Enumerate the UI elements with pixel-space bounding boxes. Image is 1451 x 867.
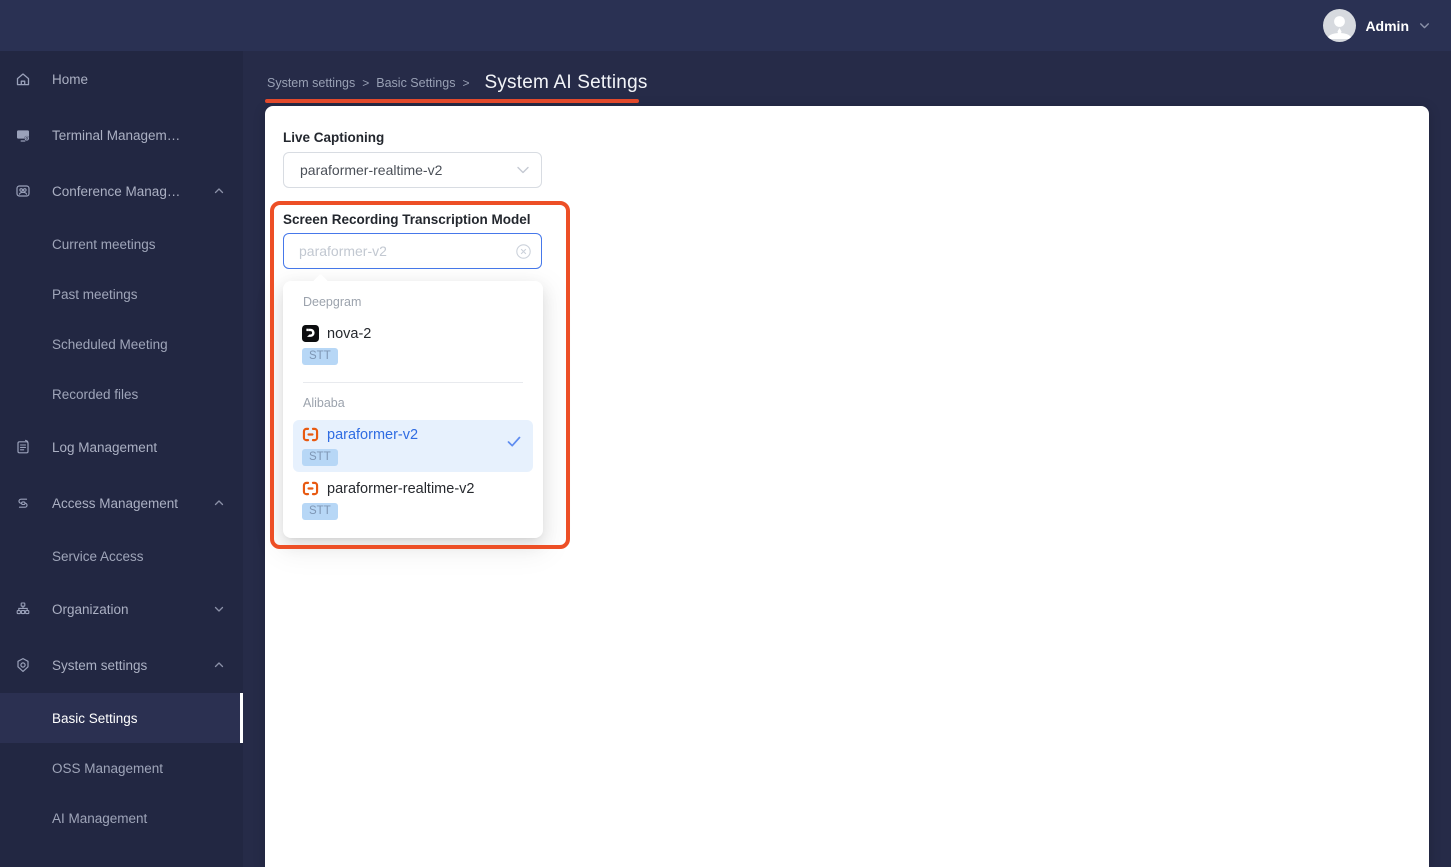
breadcrumb-basic-settings[interactable]: Basic Settings [376,76,455,90]
sidebar-item-label: Basic Settings [52,710,138,726]
access-icon [18,498,28,508]
sidebar-item-current-meetings[interactable]: Current meetings [0,219,243,269]
sidebar-item-oss-management[interactable]: OSS Management [0,743,243,793]
log-icon [17,439,29,454]
settings-icon [17,658,29,672]
check-icon [507,436,521,447]
live-captioning-label: Live Captioning [283,130,385,145]
chevron-up-icon [214,500,224,506]
sidebar-item-label: Service Access [52,548,144,564]
sidebar-item-scheduled-meeting[interactable]: Scheduled Meeting [0,319,243,369]
live-captioning-select[interactable]: paraformer-realtime-v2 [283,152,542,188]
transcription-model-field [283,233,542,269]
sidebar-item-label: Scheduled Meeting [52,336,168,352]
sidebar-item-system-settings[interactable]: System settings [0,637,243,693]
model-dropdown: Deepgram nova-2 STT Alibaba paraformer-v… [283,273,543,538]
stt-badge: STT [302,503,338,520]
alibaba-logo-icon [302,427,319,442]
transcription-model-label: Screen Recording Transcription Model [283,212,531,227]
deepgram-logo-icon [302,325,319,342]
organization-icon [16,602,30,615]
option-label: paraformer-realtime-v2 [327,480,475,497]
sidebar-item-label: System settings [52,657,148,673]
breadcrumb: System settings > Basic Settings > Syste… [267,67,648,99]
sidebar-item-label: Conference Manag… [52,183,181,199]
breadcrumb-system-settings[interactable]: System settings [267,76,355,90]
user-name: Admin [1365,17,1409,34]
sidebar-item-recorded-files[interactable]: Recorded files [0,369,243,419]
dropdown-group-deepgram: Deepgram [303,295,362,309]
sidebar-item-access-management[interactable]: Access Management [0,475,243,531]
stt-badge: STT [302,449,338,466]
sidebar-item-organization[interactable]: Organization [0,581,243,637]
terminal-icon [17,130,30,142]
sidebar-nav: Home Terminal Managem… Conference Manag…… [0,51,243,867]
sidebar-item-past-meetings[interactable]: Past meetings [0,269,243,319]
sidebar-item-label: Past meetings [52,286,138,302]
sidebar-item-home[interactable]: Home [0,51,243,107]
chevron-down-icon [214,606,224,612]
top-header-bar: Admin [0,0,1451,51]
option-paraformer-realtime-v2[interactable]: paraformer-realtime-v2 STT [293,474,533,526]
alibaba-logo-icon [302,481,319,496]
stt-badge: STT [302,348,338,365]
chevron-up-icon [214,188,224,194]
chevron-down-icon [517,166,529,174]
option-nova-2[interactable]: nova-2 STT [293,319,533,371]
transcription-model-search-input[interactable] [283,233,542,269]
sidebar-item-label: OSS Management [52,760,164,776]
sidebar-item-conference-management[interactable]: Conference Manag… [0,163,243,219]
chevron-down-icon[interactable] [1418,19,1431,32]
sidebar-item-log-management[interactable]: Log Management [0,419,243,475]
sidebar-item-terminal-management[interactable]: Terminal Managem… [0,107,243,163]
sidebar-item-label: Current meetings [52,236,156,252]
home-icon [16,73,30,86]
dropdown-divider [303,382,523,383]
option-label: nova-2 [327,325,372,342]
page-title: System AI Settings [484,72,648,93]
sidebar-item-service-access[interactable]: Service Access [0,531,243,581]
breadcrumb-separator: > [362,76,370,90]
sidebar-item-label: Organization [52,601,129,617]
sidebar-item-label: Terminal Managem… [52,127,181,143]
dropdown-group-alibaba: Alibaba [303,396,345,410]
sidebar-item-label: Access Management [52,495,179,511]
conference-icon [16,185,30,197]
sidebar-item-ai-management[interactable]: AI Management [0,793,243,843]
sidebar-item-label: Log Management [52,439,158,455]
live-captioning-value: paraformer-realtime-v2 [300,162,443,178]
dropdown-caret [312,273,329,290]
clear-icon[interactable] [516,243,531,259]
content-area: System settings > Basic Settings > Syste… [243,51,1451,867]
sidebar-item-label: Recorded files [52,386,139,402]
option-paraformer-v2[interactable]: paraformer-v2 STT [293,420,533,472]
sidebar-item-label: Home [52,71,89,87]
settings-card: Live Captioning paraformer-realtime-v2 S… [265,106,1429,867]
user-menu[interactable]: Admin [1323,0,1431,51]
option-label: paraformer-v2 [327,426,419,443]
person-icon [1327,16,1352,39]
chevron-up-icon [214,662,224,668]
annotation-underline [265,99,639,103]
sidebar-item-basic-settings[interactable]: Basic Settings [0,693,243,743]
breadcrumb-separator: > [462,76,470,90]
avatar[interactable] [1323,9,1357,42]
sidebar-item-label: AI Management [52,810,148,826]
